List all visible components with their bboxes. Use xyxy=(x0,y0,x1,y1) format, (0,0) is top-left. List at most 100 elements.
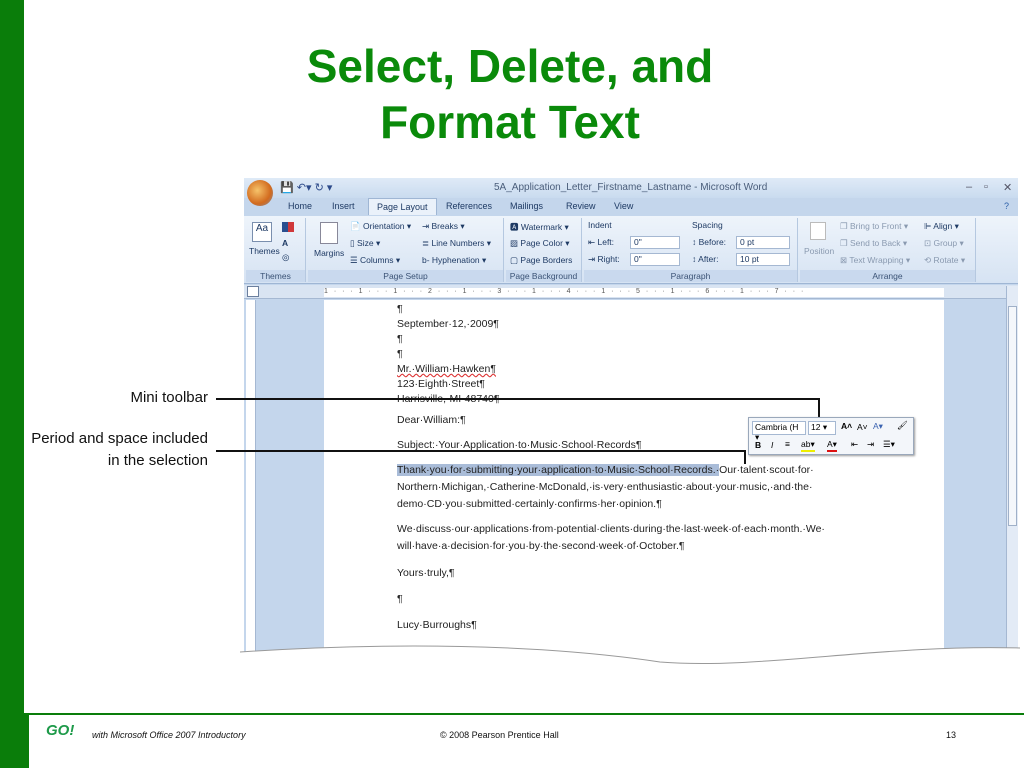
doc-line: will·have·a·decision·for·you·by·the·seco… xyxy=(397,540,685,552)
font-size-box[interactable]: 12 ▾ xyxy=(808,421,836,435)
spacing-heading: Spacing xyxy=(692,220,723,230)
format-painter-icon[interactable]: 🖌 xyxy=(897,420,908,431)
indent-right-input[interactable]: 0" xyxy=(630,253,680,266)
bring-to-front-button[interactable]: ❐ Bring to Front ▾ xyxy=(840,221,908,232)
theme-colors-icon[interactable] xyxy=(282,222,294,232)
office-button[interactable] xyxy=(247,180,273,206)
line-numbers-button[interactable]: ≣ Line Numbers ▾ xyxy=(422,238,491,249)
window-title: 5A_Application_Letter_Firstname_Lastname… xyxy=(494,182,768,193)
text-wrapping-label: Text Wrapping xyxy=(849,255,904,265)
title-line-2: Format Text xyxy=(380,96,640,148)
highlight-icon[interactable]: ab▾ xyxy=(801,439,815,452)
margins-button[interactable]: Margins xyxy=(314,248,344,258)
group-label: Paragraph xyxy=(584,270,797,282)
callout-period-line1: Period and space included xyxy=(31,430,208,447)
before-label: Before: xyxy=(698,237,727,247)
scroll-thumb[interactable] xyxy=(1008,306,1017,526)
mini-toolbar: Cambria (H ▾ 12 ▾ A˄ A˅ A▾ 🖌 B I ≡ ab▾ A… xyxy=(748,417,914,455)
page-borders-button[interactable]: ▢ Page Borders xyxy=(510,255,572,266)
vertical-scrollbar[interactable] xyxy=(1006,286,1018,658)
styles-icon[interactable]: A▾ xyxy=(873,421,883,432)
columns-button[interactable]: ☰ Columns ▾ xyxy=(350,255,400,266)
theme-effects-icon[interactable]: ◎ xyxy=(282,252,289,263)
close-icon[interactable]: ✕ xyxy=(1003,181,1012,194)
redo-icon[interactable]: ↻ xyxy=(315,182,324,194)
rotate-button[interactable]: ⟲ Rotate ▾ xyxy=(924,255,965,266)
size-label: Size xyxy=(357,238,374,248)
callout-period: Period and space included in the selecti… xyxy=(10,428,208,472)
bullets-icon[interactable]: ☰▾ xyxy=(883,439,895,450)
callout-line xyxy=(216,398,820,400)
tab-home[interactable]: Home xyxy=(288,201,312,211)
minimize-icon[interactable]: – xyxy=(966,181,972,193)
footer-text: with Microsoft Office 2007 Introductory xyxy=(92,730,246,740)
center-icon[interactable]: ≡ xyxy=(785,439,790,449)
tab-mailings[interactable]: Mailings xyxy=(510,201,543,211)
doc-street: 123·Eighth·Street¶ xyxy=(397,378,485,390)
hyphenation-label: Hyphenation xyxy=(431,255,480,265)
margins-icon[interactable] xyxy=(320,222,338,244)
doc-closing: Yours·truly,¶ xyxy=(397,567,455,579)
ribbon: Aa Themes A ◎ Themes Margins 📄 Orientati… xyxy=(244,216,1018,284)
orientation-button[interactable]: 📄 Orientation ▾ xyxy=(350,221,411,232)
title-line-1: Select, Delete, and xyxy=(306,40,714,92)
spacing-before-input[interactable]: 0 pt xyxy=(736,236,790,249)
restore-icon[interactable]: ▫ xyxy=(984,181,988,193)
themes-icon[interactable]: Aa xyxy=(252,222,272,242)
doc-line: We·discuss·our·applications·from·potenti… xyxy=(397,523,825,535)
group-paragraph: Indent ⇤ Left: 0" ⇥ Right: 0" Spacing ↕ … xyxy=(584,218,798,282)
selected-text[interactable]: Thank·you·for·submitting·your·applicatio… xyxy=(397,464,720,476)
vertical-ruler[interactable] xyxy=(246,300,256,658)
group-page-setup: Margins 📄 Orientation ▾ ▯ Size ▾ ☰ Colum… xyxy=(308,218,504,282)
doc-line: ¶ xyxy=(397,593,403,605)
size-button[interactable]: ▯ Size ▾ xyxy=(350,238,380,249)
document-page[interactable]: ¶ September·12,·2009¶ ¶ ¶ Mr.·William·Ha… xyxy=(324,300,944,658)
tab-selector[interactable] xyxy=(247,286,259,297)
copyright: © 2008 Pearson Prentice Hall xyxy=(440,730,559,740)
save-icon[interactable]: 💾 xyxy=(280,182,294,194)
page-color-label: Page Color xyxy=(520,238,563,248)
tab-review[interactable]: Review xyxy=(566,201,596,211)
font-color-icon[interactable]: A▾ xyxy=(827,439,837,452)
page-borders-label: Page Borders xyxy=(520,255,573,265)
indent-left-input[interactable]: 0" xyxy=(630,236,680,249)
italic-button[interactable]: I xyxy=(771,440,773,450)
customize-qat-icon[interactable]: ▾ xyxy=(327,182,333,194)
doc-signature: Lucy·Burroughs¶ xyxy=(397,619,477,631)
align-button[interactable]: ⊫ Align ▾ xyxy=(924,221,959,232)
text-wrapping-button[interactable]: ⊠ Text Wrapping ▾ xyxy=(840,255,910,266)
group-label: Page Background xyxy=(506,270,581,282)
decrease-indent-icon[interactable]: ⇤ xyxy=(851,439,858,450)
send-to-back-button[interactable]: ❐ Send to Back ▾ xyxy=(840,238,907,249)
tab-page-layout[interactable]: Page Layout xyxy=(368,198,437,215)
position-button[interactable]: Position xyxy=(804,246,834,256)
doc-salutation: Dear·William:¶ xyxy=(397,414,466,426)
position-icon[interactable] xyxy=(810,222,826,240)
after-label: After: xyxy=(698,254,719,264)
help-icon[interactable]: ? xyxy=(1004,201,1009,211)
theme-fonts-icon[interactable]: A xyxy=(282,238,288,248)
undo-icon[interactable]: ↶▾ xyxy=(297,182,312,194)
bold-button[interactable]: B xyxy=(755,440,761,450)
increase-indent-icon[interactable]: ⇥ xyxy=(867,439,874,450)
horizontal-ruler[interactable]: 1 · · · 1 · · · 1 · · · 2 · · · 1 · · · … xyxy=(324,288,944,297)
tab-view[interactable]: View xyxy=(614,201,633,211)
group-arrange: Position ❐ Bring to Front ▾ ❐ Send to Ba… xyxy=(800,218,976,282)
grow-font-icon[interactable]: A˄ xyxy=(841,421,852,431)
watermark-label: Watermark xyxy=(520,222,563,232)
spacing-before-label: ↕ Before: xyxy=(692,237,727,247)
right-label: Right: xyxy=(597,254,620,264)
shrink-font-icon[interactable]: A˅ xyxy=(857,422,868,432)
hyphenation-button[interactable]: b- Hyphenation ▾ xyxy=(422,255,486,266)
group-button[interactable]: ⊡ Group ▾ xyxy=(924,238,964,249)
font-name-box[interactable]: Cambria (H ▾ xyxy=(752,421,806,442)
breaks-button[interactable]: ⇥ Breaks ▾ xyxy=(422,221,465,232)
tab-insert[interactable]: Insert xyxy=(332,201,355,211)
breaks-label: Breaks xyxy=(431,221,458,231)
page-color-button[interactable]: ▨ Page Color ▾ xyxy=(510,238,570,249)
watermark-button[interactable]: 🅰 Watermark ▾ xyxy=(510,221,569,233)
group-themes: Aa Themes A ◎ Themes xyxy=(246,218,306,282)
themes-button[interactable]: Themes xyxy=(249,246,280,256)
spacing-after-input[interactable]: 10 pt xyxy=(736,253,790,266)
tab-references[interactable]: References xyxy=(446,201,492,211)
